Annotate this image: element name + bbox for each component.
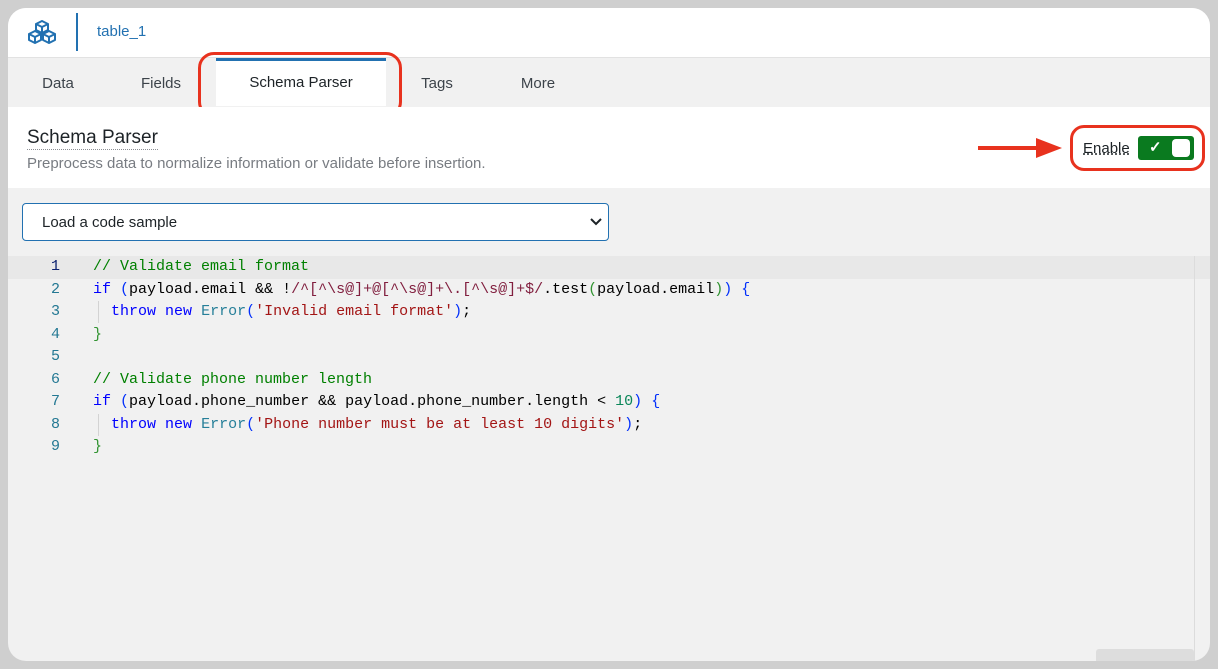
code-line[interactable]: 8 throw new Error('Phone number must be … <box>8 413 1210 437</box>
code-text: throw new Error('Phone number must be at… <box>111 415 643 433</box>
code-text: if (payload.phone_number && payload.phon… <box>93 393 661 410</box>
code-sample-select-value: Load a code sample <box>42 214 178 231</box>
tab-bar: Data Fields Schema Parser Tags More <box>8 58 1210 106</box>
code-text: // Validate phone number length <box>93 370 373 388</box>
line-number: 3 <box>50 303 60 320</box>
editor-scrollbar[interactable] <box>1194 256 1210 661</box>
breadcrumb-table[interactable]: table_1 <box>97 23 146 40</box>
line-number: 2 <box>50 280 60 298</box>
line-number: 1 <box>50 258 60 275</box>
code-line[interactable]: 3 throw new Error('Invalid email format'… <box>8 301 1210 324</box>
code-line[interactable]: 1 // Validate email format <box>8 256 1210 279</box>
editor-status-bar <box>1096 649 1194 661</box>
cubes-logo-icon <box>28 20 56 44</box>
code-text: } <box>93 438 103 455</box>
line-number: 5 <box>50 348 60 365</box>
code-line[interactable]: 7 if (payload.phone_number && payload.ph… <box>8 391 1210 414</box>
line-number: 9 <box>50 438 60 455</box>
arrow-right-icon <box>978 138 1062 158</box>
app-window: table_1 Data Fields Schema Parser Tags M… <box>8 8 1210 661</box>
code-line[interactable]: 2 if (payload.email && !/^[^\s@]+@[^\s@]… <box>8 279 1210 302</box>
code-text: throw new Error('Invalid email format'); <box>111 303 472 320</box>
code-line[interactable]: 4 } <box>8 324 1210 347</box>
code-line[interactable]: 6 // Validate phone number length <box>8 369 1210 392</box>
line-number: 8 <box>50 415 60 433</box>
code-line[interactable]: 9 } <box>8 436 1210 459</box>
chevron-down-icon <box>590 218 602 226</box>
code-text: // Validate email format <box>93 258 310 275</box>
code-line[interactable]: 5 <box>8 346 1210 369</box>
code-sample-select[interactable]: Load a code sample <box>22 203 609 241</box>
line-number: 6 <box>50 370 60 388</box>
tab-more[interactable]: More <box>502 58 574 106</box>
code-editor[interactable]: 1 // Validate email format 2 if (payload… <box>8 254 1210 661</box>
code-text: if (payload.email && !/^[^\s@]+@[^\s@]+\… <box>93 280 751 298</box>
header-divider <box>76 13 78 51</box>
code-text: } <box>93 325 103 343</box>
top-bar: table_1 <box>8 8 1210 58</box>
line-number: 7 <box>50 393 60 410</box>
page-subtitle: Preprocess data to normalize information… <box>27 155 486 172</box>
page-title: Schema Parser <box>27 127 158 150</box>
tab-fields[interactable]: Fields <box>125 58 197 106</box>
enable-highlight-annotation <box>1070 125 1205 171</box>
line-number: 4 <box>50 325 60 343</box>
tab-data[interactable]: Data <box>26 58 90 106</box>
tab-tags[interactable]: Tags <box>406 58 468 106</box>
